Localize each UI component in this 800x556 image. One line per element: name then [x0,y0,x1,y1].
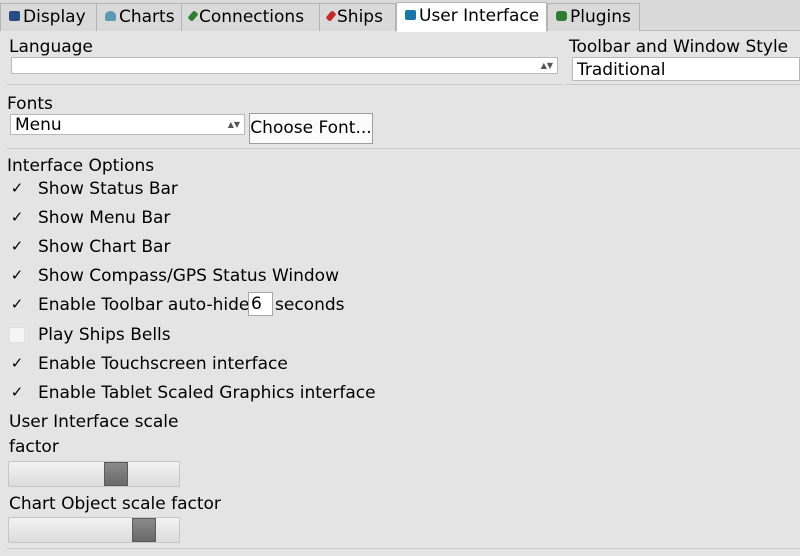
option-label: Show Compass/GPS Status Window [38,266,339,286]
toolbar-style-value: Traditional [577,60,666,80]
language-select[interactable]: ▲▼ [11,57,558,74]
language-label: Language [9,37,93,57]
checkbox[interactable] [9,327,25,343]
ui-scale-slider[interactable] [8,461,180,487]
ui-scale-label: User Interface scale [9,412,179,432]
font-value: Menu [15,115,62,135]
display-icon [9,11,20,21]
tab-label: Ships [337,7,383,27]
tab-display[interactable]: Display [0,3,97,31]
tab-user-interface[interactable]: User Interface [396,2,547,32]
chart-object-scale-slider[interactable] [8,517,180,543]
chevron-down-icon: ▲▼ [227,119,240,129]
auto-hide-seconds-input[interactable]: 6 [248,292,273,316]
interface-options-label: Interface Options [7,156,155,176]
user-interface-icon [405,10,416,20]
ui-scale-label-line2: factor [9,437,59,457]
chart-scale-label: Chart Object scale factor [9,494,221,514]
tab-ships[interactable]: Ships [319,3,396,31]
tab-label: User Interface [419,6,540,26]
checkbox[interactable]: ✓ [9,297,25,313]
option-label: Enable Tablet Scaled Graphics interface [38,383,376,403]
tab-label: Display [23,7,86,27]
toolbar-style-select[interactable]: Traditional [572,57,800,81]
option-label: Show Status Bar [38,179,178,199]
option-label: Enable Toolbar auto-hide [38,295,250,315]
choose-font-button[interactable]: Choose Font... [249,113,373,144]
separator [7,148,800,149]
checkbox[interactable]: ✓ [9,181,25,197]
toolbar-style-label: Toolbar and Window Style [569,37,789,57]
tab-charts[interactable]: Charts [96,3,182,31]
slider-thumb[interactable] [104,462,128,486]
separator [7,84,563,85]
tab-label: Connections [199,7,305,27]
slider-thumb[interactable] [132,518,156,542]
separator [566,84,800,85]
checkbox[interactable]: ✓ [9,210,25,226]
seconds-label: seconds [275,295,345,315]
charts-icon [105,11,116,21]
checkbox[interactable]: ✓ [9,239,25,255]
fonts-label: Fonts [7,94,53,114]
connections-icon [187,10,199,22]
option-label: Show Chart Bar [38,237,171,257]
separator [7,548,800,549]
font-select[interactable]: Menu ▲▼ [10,114,245,135]
option-label: Show Menu Bar [38,208,171,228]
checkbox[interactable]: ✓ [9,356,25,372]
ships-icon [325,10,337,22]
tab-bar: Display Charts Connections Ships User In… [0,0,800,32]
option-label: Enable Touchscreen interface [38,354,288,374]
checkbox[interactable]: ✓ [9,385,25,401]
tab-plugins[interactable]: Plugins [547,3,640,31]
option-label: Play Ships Bells [38,325,171,345]
tab-label: Charts [119,7,175,27]
tab-label: Plugins [570,7,631,27]
plugins-icon [556,11,567,21]
chevron-down-icon: ▲▼ [540,60,553,70]
user-interface-panel: Language ▲▼ Toolbar and Window Style Tra… [0,32,800,556]
checkbox[interactable]: ✓ [9,268,25,284]
tab-connections[interactable]: Connections [181,3,320,31]
